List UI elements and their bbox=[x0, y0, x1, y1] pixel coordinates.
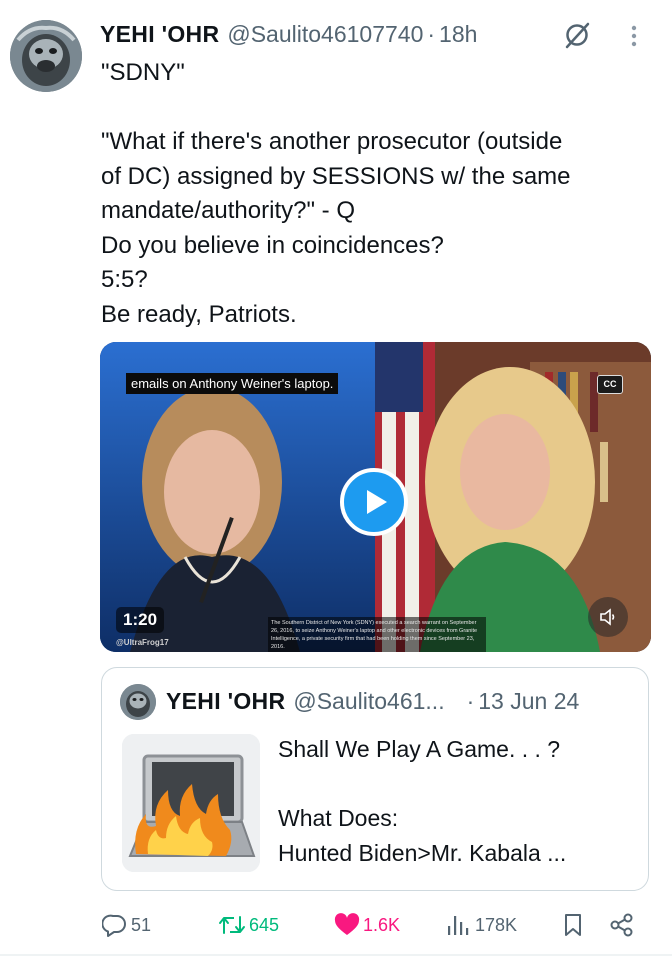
post-text-line: Be ready, Patriots. bbox=[101, 300, 297, 328]
avatar[interactable] bbox=[10, 20, 82, 92]
reply-count: 51 bbox=[131, 914, 152, 935]
post-text-line: mandate/authority?" - Q bbox=[101, 197, 355, 224]
like-count: 1.6K bbox=[363, 914, 401, 935]
post-text-line: "What if there's another prosecutor (out… bbox=[101, 128, 563, 155]
quote-header: YEHI 'OHR @Saulito461... · 13 Jun 24 bbox=[166, 686, 579, 716]
quoted-post[interactable]: YEHI 'OHR @Saulito461... · 13 Jun 24 Sha… bbox=[101, 667, 649, 891]
mute-button[interactable] bbox=[588, 597, 628, 637]
bookmark-icon bbox=[565, 914, 581, 936]
bookmark-button[interactable] bbox=[562, 913, 587, 937]
author-name[interactable]: YEHI 'OHR bbox=[100, 21, 219, 48]
play-icon bbox=[367, 490, 387, 514]
post-text-line: 5:5? bbox=[101, 266, 148, 293]
closed-captions-button[interactable]: CC bbox=[597, 375, 623, 394]
reply-button[interactable]: 51 bbox=[102, 913, 151, 937]
author-handle[interactable]: @Saulito46107740 bbox=[227, 21, 423, 48]
view-count: 178K bbox=[475, 914, 518, 935]
quote-text-line: What Does: bbox=[278, 805, 399, 831]
views-button[interactable]: 178K bbox=[446, 913, 517, 937]
quote-author-name: YEHI 'OHR bbox=[166, 687, 286, 714]
quote-text-line bbox=[278, 767, 638, 802]
quote-separator-dot: · bbox=[466, 687, 475, 714]
post-text-line: of DC) assigned by SESSIONS w/ the same bbox=[101, 162, 571, 190]
like-icon bbox=[334, 913, 360, 935]
quote-avatar bbox=[120, 684, 156, 720]
play-button[interactable] bbox=[340, 468, 408, 536]
post-text-line: "SDNY" bbox=[101, 59, 185, 86]
quote-text-line: Hunted Biden>Mr. Kabala ... bbox=[278, 839, 567, 866]
volume-muted-icon bbox=[600, 608, 615, 626]
like-button[interactable]: 1.6K bbox=[334, 913, 400, 937]
views-icon bbox=[448, 916, 469, 935]
quote-text-line: Shall We Play A Game. . . ? bbox=[278, 736, 561, 762]
video-watermark: @UltraFrog17 bbox=[116, 638, 169, 647]
repost-count: 645 bbox=[249, 914, 280, 935]
separator-dot: · bbox=[427, 20, 436, 47]
video-player[interactable]: emails on Anthony Weiner's laptop. CC 1:… bbox=[100, 342, 651, 652]
post-text-line: Do you believe in coincidences? bbox=[101, 231, 444, 259]
repost-button[interactable]: 645 bbox=[218, 913, 279, 937]
grok-icon[interactable] bbox=[562, 20, 592, 50]
quote-thumbnail bbox=[122, 734, 260, 872]
reply-icon bbox=[102, 914, 126, 937]
quote-text: Shall We Play A Game. . . ? What Does: H… bbox=[278, 732, 638, 870]
post-text: "SDNY" "What if there's another prosecut… bbox=[101, 56, 651, 332]
divider bbox=[0, 954, 672, 956]
more-icon[interactable] bbox=[626, 22, 642, 52]
repost-icon bbox=[219, 916, 245, 934]
post-text-line bbox=[101, 91, 651, 126]
action-bar: 51 645 1.6K 178K bbox=[0, 905, 672, 945]
video-subtitle: The Southern District of New York (SDNY)… bbox=[268, 617, 486, 652]
post-header: YEHI 'OHR @Saulito46107740 · 18h bbox=[100, 18, 477, 50]
share-button[interactable] bbox=[609, 913, 638, 937]
quote-author-handle: @Saulito461... bbox=[293, 687, 445, 714]
video-caption: emails on Anthony Weiner's laptop. bbox=[126, 373, 339, 394]
quote-date: 13 Jun 24 bbox=[478, 687, 580, 714]
share-icon bbox=[610, 913, 633, 937]
video-duration: 1:20 bbox=[116, 607, 165, 633]
post-time[interactable]: 18h bbox=[439, 21, 477, 48]
